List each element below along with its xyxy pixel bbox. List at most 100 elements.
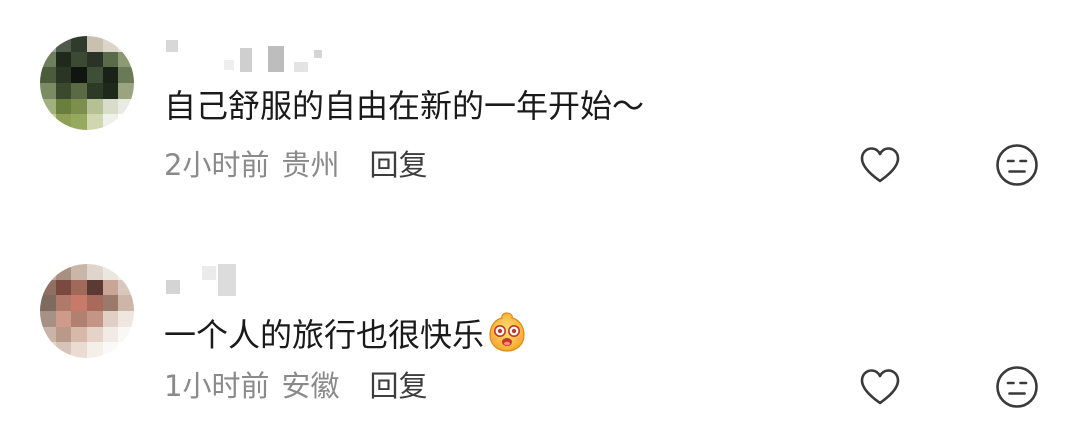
avatar-pixel <box>102 264 119 280</box>
avatar-pixel <box>102 36 119 52</box>
avatar-pixel <box>87 295 103 311</box>
dislike-button[interactable] <box>994 364 1040 410</box>
avatar-pixel <box>40 67 56 83</box>
avatar-pixel <box>55 83 72 99</box>
avatar-pixel <box>102 295 119 311</box>
avatar-pixel <box>40 342 56 358</box>
avatar-pixel <box>102 311 119 327</box>
comment-item: 自己舒服的自由在新的一年开始～ 2小时前 贵州 回复 <box>0 0 1080 224</box>
comment-time: 1小时前 <box>164 369 270 403</box>
avatar-pixel <box>87 279 103 296</box>
avatar-pixel <box>87 326 103 343</box>
avatar-pixel <box>87 342 103 358</box>
avatar-pixel <box>118 67 134 83</box>
avatar-pixel <box>102 67 119 83</box>
avatar-pixel <box>71 67 87 83</box>
avatar-pixel <box>118 83 134 99</box>
username[interactable] <box>166 36 328 72</box>
heart-outline-icon <box>860 369 900 405</box>
avatar-pixel <box>40 311 56 327</box>
avatar-pixel <box>102 83 119 99</box>
avatar-pixel <box>71 264 87 280</box>
avatar-pixel <box>55 279 72 296</box>
meh-face-icon <box>996 366 1038 408</box>
comment-meta: 2小时前 贵州 回复 <box>164 147 427 183</box>
avatar[interactable] <box>40 36 134 130</box>
avatar-pixel <box>71 326 87 343</box>
avatar-pixel <box>102 114 119 130</box>
avatar-pixel <box>71 114 87 130</box>
avatar-pixel <box>118 295 134 311</box>
avatar-pixel <box>102 342 119 358</box>
comment-meta: 1小时前 安徽 回复 <box>164 368 427 404</box>
avatar-pixel <box>40 51 56 68</box>
avatar-pixel <box>71 295 87 311</box>
avatar-pixel <box>55 98 72 115</box>
avatar-pixel <box>55 36 72 52</box>
avatar-pixel <box>40 83 56 99</box>
meh-face-icon <box>996 144 1038 186</box>
avatar-pixel <box>102 98 119 115</box>
avatar-pixel <box>71 311 87 327</box>
username-mosaic <box>268 46 284 72</box>
like-button[interactable] <box>857 364 903 410</box>
avatar-pixel <box>118 279 134 296</box>
comment-location: 贵州 <box>281 148 340 182</box>
username[interactable] <box>166 260 242 296</box>
avatar-pixel <box>118 311 134 327</box>
avatar-pixel <box>40 36 56 52</box>
username-mosaic <box>166 40 178 52</box>
avatar-pixel <box>71 83 87 99</box>
avatar-pixel <box>102 326 119 343</box>
comment-location: 安徽 <box>281 369 340 403</box>
username-mosaic <box>294 62 308 72</box>
avatar-pixel <box>55 342 72 358</box>
avatar-pixel <box>55 114 72 130</box>
avatar-pixel <box>87 98 103 115</box>
happy-face-emoji <box>489 312 525 352</box>
avatar-pixel <box>71 342 87 358</box>
like-button[interactable] <box>857 142 903 188</box>
username-mosaic <box>202 266 216 280</box>
username-mosaic <box>166 280 180 294</box>
avatar-pixel <box>118 326 134 343</box>
avatar-pixel <box>87 51 103 68</box>
avatar-pixel <box>40 295 56 311</box>
avatar-pixel <box>118 98 134 115</box>
avatar-pixel <box>55 51 72 68</box>
avatar-pixel <box>118 342 134 358</box>
avatar-pixel <box>55 326 72 343</box>
avatar-pixel <box>87 264 103 280</box>
comment-text: 自己舒服的自由在新的一年开始～ <box>164 87 645 125</box>
avatar-pixel <box>118 114 134 130</box>
avatar-pixel <box>118 36 134 52</box>
avatar-pixel <box>87 36 103 52</box>
comment-text: 一个人的旅行也很快乐 <box>164 310 528 355</box>
avatar-pixel <box>55 67 72 83</box>
avatar-pixel <box>55 295 72 311</box>
avatar-pixel <box>55 264 72 280</box>
comment-item: 一个人的旅行也很快乐 1小时前 安徽 回复 <box>0 224 1080 448</box>
heart-outline-icon <box>860 147 900 183</box>
username-mosaic <box>224 60 234 70</box>
avatar-pixel <box>71 36 87 52</box>
reply-button[interactable]: 回复 <box>369 147 427 183</box>
avatar-pixel <box>102 279 119 296</box>
avatar-pixel <box>87 83 103 99</box>
avatar-pixel <box>71 279 87 296</box>
avatar-pixel <box>40 98 56 115</box>
avatar-pixel <box>102 51 119 68</box>
username-mosaic <box>314 50 322 58</box>
avatar[interactable] <box>40 264 134 358</box>
comment-time: 2小时前 <box>164 148 270 182</box>
avatar-pixel <box>87 114 103 130</box>
avatar-pixel <box>40 326 56 343</box>
avatar-pixel <box>40 114 56 130</box>
avatar-pixel <box>118 264 134 280</box>
comment-text-body: 一个人的旅行也很快乐 <box>164 316 485 354</box>
dislike-button[interactable] <box>994 142 1040 188</box>
reply-button[interactable]: 回复 <box>369 368 427 404</box>
avatar-pixel <box>40 279 56 296</box>
username-mosaic <box>218 264 236 296</box>
avatar-pixel <box>118 51 134 68</box>
